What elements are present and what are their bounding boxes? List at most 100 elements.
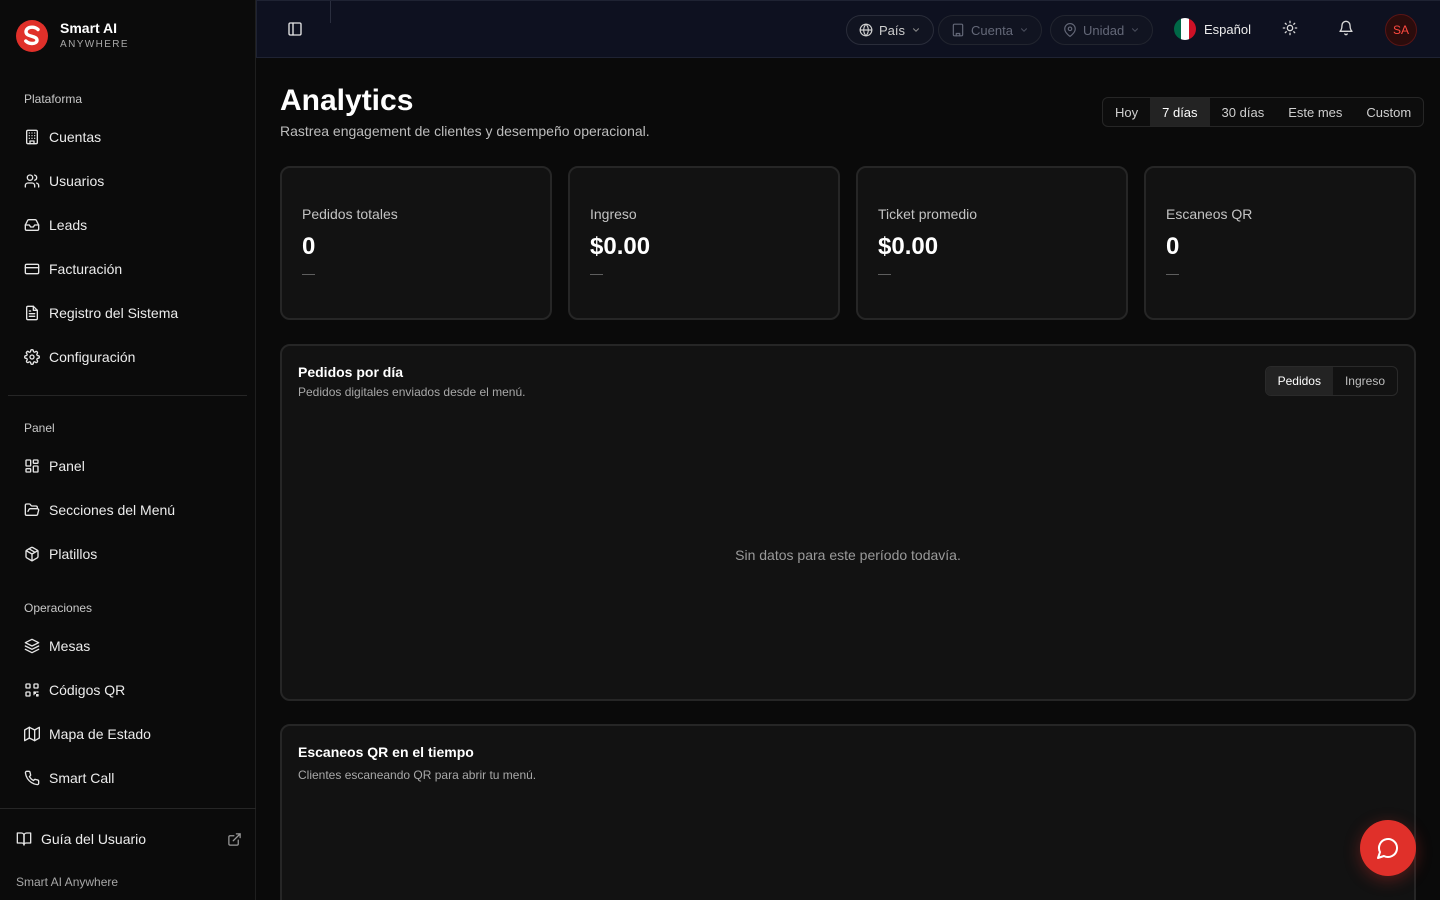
sidebar-footer-divider (0, 808, 256, 809)
sidebar-item-label: Facturación (49, 261, 123, 277)
card-title: Escaneos QR en el tiempo (298, 744, 474, 760)
brand-name: Smart AI (60, 20, 118, 36)
range-option-custom[interactable]: Custom (1354, 98, 1423, 126)
sidebar-item-registro-del-sistema[interactable]: Registro del Sistema (8, 295, 248, 331)
sidebar: Smart AI ANYWHERE Plataforma Cuentas Usu… (0, 0, 256, 900)
stat-label: Ticket promedio (878, 206, 978, 222)
sidebar-item-label: Registro del Sistema (49, 305, 179, 321)
topbar-divider (330, 1, 331, 23)
folder-icon (24, 503, 40, 516)
unit-selector-label: Unidad (1083, 22, 1125, 38)
phone-icon (24, 770, 40, 786)
stat-value: $0.00 (590, 233, 651, 260)
sidebar-item-facturacion[interactable]: Facturación (8, 251, 248, 287)
metric-option-ingreso[interactable]: Ingreso (1333, 367, 1397, 395)
chevron-down-icon (912, 28, 920, 32)
package-icon (25, 546, 39, 562)
theme-toggle-button[interactable] (1282, 20, 1298, 41)
metric-toggle: Pedidos Ingreso (1264, 366, 1398, 396)
empty-state-message: Sin datos para este período todavía. (735, 547, 961, 563)
stat-value: 0 (1166, 233, 1180, 260)
range-option-30-dias[interactable]: 30 días (1210, 98, 1277, 126)
nav-group-label-operaciones: Operaciones (24, 601, 93, 615)
sidebar-item-label: Configuración (49, 349, 136, 365)
main-content: Analytics Rastrea engagement de clientes… (256, 58, 1440, 900)
sidebar-item-label: Usuarios (49, 173, 105, 189)
chat-button[interactable] (1360, 820, 1416, 876)
card-title: Pedidos por día (298, 364, 404, 380)
layers-icon (24, 638, 40, 654)
bell-icon (1339, 20, 1353, 36)
sidebar-item-mapa-de-estado[interactable]: Mapa de Estado (8, 716, 248, 752)
orders-per-day-card: Pedidos por día Pedidos digitales enviad… (280, 344, 1416, 701)
building-icon (26, 129, 38, 145)
nav-group-label-plataforma: Plataforma (24, 92, 83, 106)
stat-card-ticket-promedio: Ticket promedio $0.00 — (856, 166, 1128, 320)
range-option-este-mes[interactable]: Este mes (1276, 98, 1354, 126)
stat-card-ingreso: Ingreso $0.00 — (568, 166, 840, 320)
chevron-down-icon (1132, 28, 1139, 32)
sidebar-item-label: Cuentas (49, 129, 102, 145)
account-selector[interactable]: Cuenta (938, 15, 1042, 45)
stat-card-escaneos-qr: Escaneos QR 0 — (1144, 166, 1416, 320)
sidebar-item-codigos-qr[interactable]: Códigos QR (8, 672, 248, 708)
brand-logo-icon (16, 20, 48, 52)
sidebar-item-platillos[interactable]: Platillos (8, 536, 248, 572)
language-label: Español (1204, 21, 1251, 37)
book-open-icon (16, 832, 32, 846)
language-selector[interactable]: Español (1174, 18, 1251, 40)
account-selector-label: Cuenta (971, 22, 1013, 38)
topbar: País Cuenta Unidad Español SA (256, 0, 1440, 58)
stat-card-pedidos-totales: Pedidos totales 0 — (280, 166, 552, 320)
user-avatar[interactable]: SA (1385, 14, 1417, 46)
unit-selector[interactable]: Unidad (1050, 15, 1154, 45)
chevron-down-icon (1020, 28, 1027, 32)
panel-left-icon (288, 22, 302, 36)
brand-tagline: ANYWHERE (60, 39, 129, 50)
country-selector[interactable]: País (846, 15, 935, 45)
stat-label: Escaneos QR (1166, 206, 1253, 222)
notifications-button[interactable] (1338, 20, 1354, 41)
card-subtitle: Pedidos digitales enviados desde el menú… (298, 385, 526, 399)
sidebar-footer-text: Smart AI Anywhere (16, 875, 119, 889)
nav-group-label-panel: Panel (24, 421, 55, 435)
sidebar-item-label: Platillos (49, 546, 98, 562)
sidebar-item-label: Secciones del Menú (49, 502, 176, 518)
country-selector-label: País (879, 22, 906, 38)
building-icon (952, 23, 964, 37)
date-range-selector: Hoy 7 días 30 días Este mes Custom (1102, 97, 1425, 127)
sidebar-item-label: Leads (49, 217, 88, 233)
external-link-icon (228, 832, 241, 846)
sidebar-item-mesas[interactable]: Mesas (8, 628, 248, 664)
message-circle-icon (1377, 838, 1398, 859)
sun-icon (1282, 20, 1298, 36)
gear-icon (24, 349, 40, 365)
sidebar-divider (8, 395, 247, 396)
sidebar-item-secciones-del-menu[interactable]: Secciones del Menú (8, 492, 248, 528)
sidebar-item-label: Panel (49, 458, 85, 474)
stat-delta: — (1166, 266, 1179, 281)
brand[interactable]: Smart AI ANYWHERE (16, 20, 129, 52)
sidebar-item-label: Mapa de Estado (49, 726, 151, 742)
metric-option-pedidos[interactable]: Pedidos (1265, 367, 1333, 395)
sidebar-item-usuarios[interactable]: Usuarios (8, 163, 248, 199)
sidebar-item-label: Mesas (49, 638, 91, 654)
sidebar-item-smart-call[interactable]: Smart Call (8, 760, 248, 796)
sidebar-item-leads[interactable]: Leads (8, 207, 248, 243)
sidebar-item-configuracion[interactable]: Configuración (8, 339, 248, 375)
mexico-flag-icon (1174, 18, 1196, 40)
sidebar-toggle-button[interactable] (287, 21, 303, 42)
sidebar-item-label: Smart Call (49, 770, 115, 786)
map-icon (24, 726, 40, 742)
user-guide-link[interactable]: Guía del Usuario (16, 826, 242, 852)
range-option-7-dias[interactable]: 7 días (1150, 98, 1210, 126)
range-option-hoy[interactable]: Hoy (1103, 98, 1150, 126)
map-pin-icon (1064, 23, 1076, 37)
sidebar-item-cuentas[interactable]: Cuentas (8, 119, 248, 155)
globe-icon (859, 23, 873, 37)
credit-card-icon (24, 263, 40, 275)
sidebar-item-panel[interactable]: Panel (8, 448, 248, 484)
page-title: Analytics (280, 84, 414, 117)
file-text-icon (26, 305, 38, 321)
user-guide-label: Guía del Usuario (41, 831, 147, 847)
